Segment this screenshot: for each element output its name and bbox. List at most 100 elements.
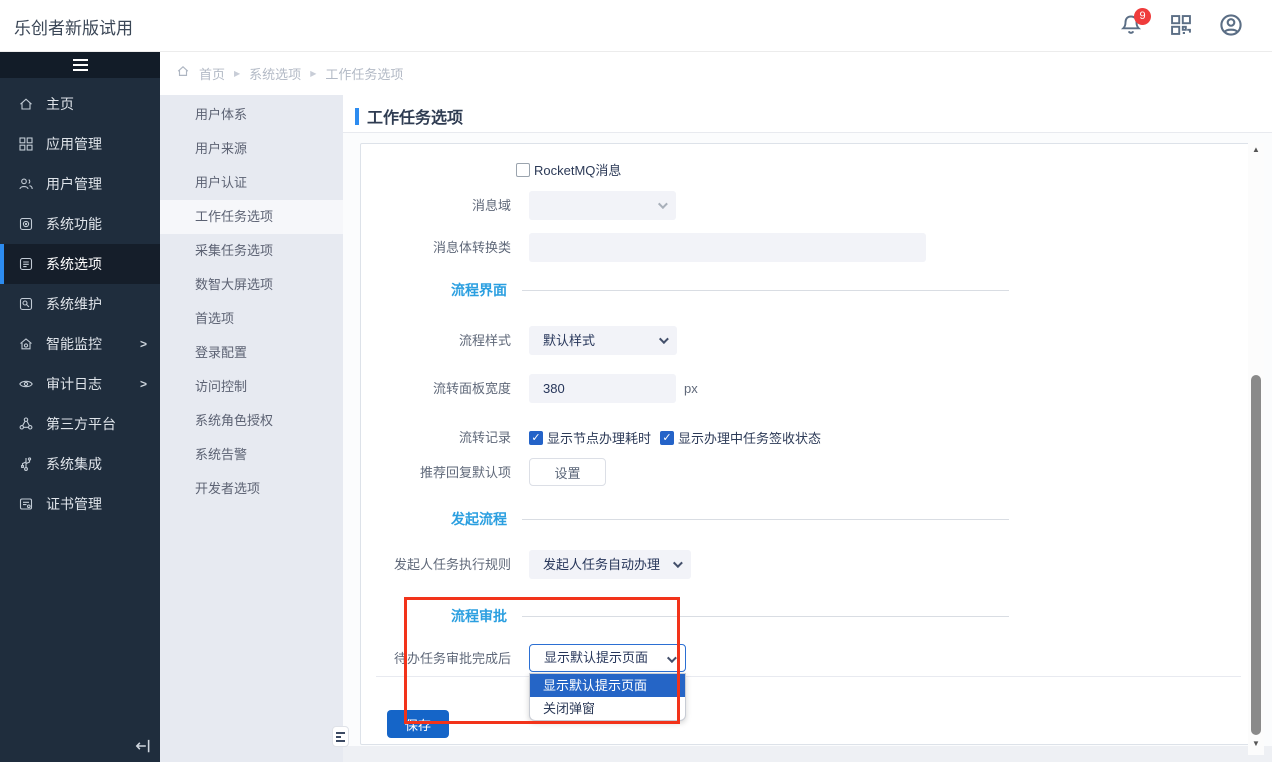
sidebar-item-certificate-management[interactable]: 证书管理 bbox=[0, 484, 160, 524]
exit-collapse-button[interactable] bbox=[132, 735, 154, 757]
qr-code-icon bbox=[1170, 14, 1192, 36]
sidebar-item-label: 第三方平台 bbox=[46, 414, 116, 434]
panel-width-label: 流转面板宽度 bbox=[361, 374, 511, 403]
dropdown-option-default-page[interactable]: 显示默认提示页面 bbox=[530, 674, 685, 697]
reply-default-row: 推荐回复默认项 设置 bbox=[361, 458, 1263, 487]
todo-complete-select[interactable]: 显示默认提示页面 bbox=[529, 644, 686, 672]
qr-code-button[interactable] bbox=[1168, 10, 1194, 40]
show-node-time-checkbox[interactable]: ✓ 显示节点办理耗时 bbox=[529, 428, 651, 447]
sidebar-item-user-management[interactable]: 用户管理 bbox=[0, 164, 160, 204]
message-domain-select[interactable] bbox=[529, 191, 676, 220]
sidebar-item-app-management[interactable]: 应用管理 bbox=[0, 124, 160, 164]
sidebar-item-label: 系统功能 bbox=[46, 214, 102, 234]
submenu-item-user-source[interactable]: 用户来源 bbox=[160, 132, 343, 166]
chevron-down-icon bbox=[667, 653, 677, 663]
sidebar-item-label: 系统选项 bbox=[46, 254, 102, 274]
chevron-down-icon bbox=[673, 558, 683, 568]
sidebar-item-system-maintenance[interactable]: 系统维护 bbox=[0, 284, 160, 324]
breadcrumb-item-home[interactable]: 首页 bbox=[199, 64, 225, 83]
todo-complete-row: 待办任务审批完成后 显示默认提示页面 bbox=[361, 644, 1263, 673]
sidebar-item-system-options[interactable]: 系统选项 bbox=[0, 244, 160, 284]
show-sign-status-checkbox[interactable]: ✓ 显示办理中任务签收状态 bbox=[660, 428, 821, 447]
message-domain-row: 消息域 bbox=[361, 191, 1263, 220]
scrollbar-thumb[interactable] bbox=[1251, 375, 1261, 735]
integration-icon bbox=[18, 456, 34, 472]
breadcrumb-item-system-options[interactable]: 系统选项 bbox=[249, 64, 301, 83]
section-divider-line bbox=[522, 290, 1009, 291]
home-icon bbox=[18, 96, 34, 112]
notification-bell-button[interactable]: 9 bbox=[1118, 10, 1144, 40]
settings-button[interactable]: 设置 bbox=[529, 458, 606, 486]
sidebar-item-label: 用户管理 bbox=[46, 174, 102, 194]
breadcrumb-item-work-task-options[interactable]: 工作任务选项 bbox=[325, 64, 403, 83]
user-avatar-button[interactable] bbox=[1218, 10, 1244, 40]
submenu-item-collect-task-options[interactable]: 采集任务选项 bbox=[160, 234, 343, 268]
message-converter-input[interactable] bbox=[529, 233, 926, 262]
flow-record-label: 流转记录 bbox=[361, 423, 511, 452]
system-functions-icon bbox=[18, 216, 34, 232]
todo-complete-value: 显示默认提示页面 bbox=[544, 650, 648, 665]
system-options-icon bbox=[18, 256, 34, 272]
eye-icon bbox=[18, 376, 34, 392]
save-button[interactable]: 保存 bbox=[387, 710, 449, 738]
submenu-item-user-system[interactable]: 用户体系 bbox=[160, 98, 343, 132]
sidebar-item-label: 系统维护 bbox=[46, 294, 102, 314]
initiator-rule-value: 发起人任务自动办理 bbox=[543, 557, 660, 572]
section-process-approval: 流程审批 bbox=[451, 607, 1009, 625]
section-title: 流程界面 bbox=[451, 280, 507, 300]
process-style-select[interactable]: 默认样式 bbox=[529, 326, 677, 355]
scrollbar: ▲ ▼ bbox=[1248, 143, 1264, 755]
submenu-item-user-auth[interactable]: 用户认证 bbox=[160, 166, 343, 200]
section-process-ui: 流程界面 bbox=[451, 281, 1009, 299]
submenu-item-developer-options[interactable]: 开发者选项 bbox=[160, 472, 343, 506]
dropdown-option-close-popup[interactable]: 关闭弹窗 bbox=[530, 697, 685, 720]
page-title-bar: 工作任务选项 bbox=[343, 95, 1272, 133]
app-title: 乐创者新版试用 bbox=[14, 14, 133, 39]
todo-complete-dropdown: 显示默认提示页面 关闭弹窗 bbox=[529, 673, 686, 721]
message-converter-label: 消息体转换类 bbox=[361, 233, 511, 262]
sidebar-item-label: 审计日志 bbox=[46, 374, 102, 394]
sidebar-item-label: 智能监控 bbox=[46, 334, 102, 354]
submenu-resize-handle[interactable] bbox=[332, 726, 349, 747]
sidebar-item-label: 应用管理 bbox=[46, 134, 102, 154]
sidebar-collapse-toggle[interactable] bbox=[0, 52, 160, 78]
sidebar-item-third-party[interactable]: 第三方平台 bbox=[0, 404, 160, 444]
reply-default-label: 推荐回复默认项 bbox=[361, 458, 511, 487]
submenu-item-system-alert[interactable]: 系统告警 bbox=[160, 438, 343, 472]
rocketmq-row: RocketMQ消息 bbox=[361, 160, 1263, 189]
users-icon bbox=[18, 176, 34, 192]
certificate-icon bbox=[18, 496, 34, 512]
sidebar-item-home[interactable]: 主页 bbox=[0, 84, 160, 124]
submenu-item-access-control[interactable]: 访问控制 bbox=[160, 370, 343, 404]
smart-monitoring-icon bbox=[18, 336, 34, 352]
panel-width-input[interactable] bbox=[529, 374, 676, 403]
submenu-item-work-task-options[interactable]: 工作任务选项 bbox=[160, 200, 343, 234]
exit-arrow-icon bbox=[134, 737, 152, 755]
scroll-up-arrow[interactable]: ▲ bbox=[1248, 145, 1264, 159]
notification-badge: 9 bbox=[1134, 8, 1151, 25]
initiator-rule-select[interactable]: 发起人任务自动办理 bbox=[529, 550, 691, 579]
avatar-icon bbox=[1219, 13, 1243, 37]
submenu-item-role-authorization[interactable]: 系统角色授权 bbox=[160, 404, 343, 438]
submenu-item-preferences[interactable]: 首选项 bbox=[160, 302, 343, 336]
sidebar-item-audit-logs[interactable]: 审计日志 > bbox=[0, 364, 160, 404]
sidebar-item-smart-monitoring[interactable]: 智能监控 > bbox=[0, 324, 160, 364]
chevron-right-icon: > bbox=[140, 377, 147, 391]
system-maintenance-icon bbox=[18, 296, 34, 312]
initiator-rule-row: 发起人任务执行规则 发起人任务自动办理 bbox=[361, 550, 1263, 579]
message-converter-row: 消息体转换类 bbox=[361, 233, 1263, 262]
submenu-item-login-config[interactable]: 登录配置 bbox=[160, 336, 343, 370]
rocketmq-checkbox[interactable]: RocketMQ消息 bbox=[516, 160, 621, 179]
checkbox-checked-icon: ✓ bbox=[529, 431, 543, 445]
sidebar-item-system-functions[interactable]: 系统功能 bbox=[0, 204, 160, 244]
sidebar-item-system-integration[interactable]: 系统集成 bbox=[0, 444, 160, 484]
submenu-item-bigscreen-options[interactable]: 数智大屏选项 bbox=[160, 268, 343, 302]
chevron-right-icon: > bbox=[140, 337, 147, 351]
page-title: 工作任务选项 bbox=[367, 104, 463, 128]
scroll-down-arrow[interactable]: ▼ bbox=[1248, 739, 1264, 753]
chevron-down-icon bbox=[659, 334, 669, 344]
breadcrumb-home-icon bbox=[176, 64, 190, 83]
breadcrumb-separator-icon: ▶ bbox=[310, 69, 316, 78]
section-start-process: 发起流程 bbox=[451, 510, 1009, 528]
sidebar-item-label: 主页 bbox=[46, 94, 74, 114]
